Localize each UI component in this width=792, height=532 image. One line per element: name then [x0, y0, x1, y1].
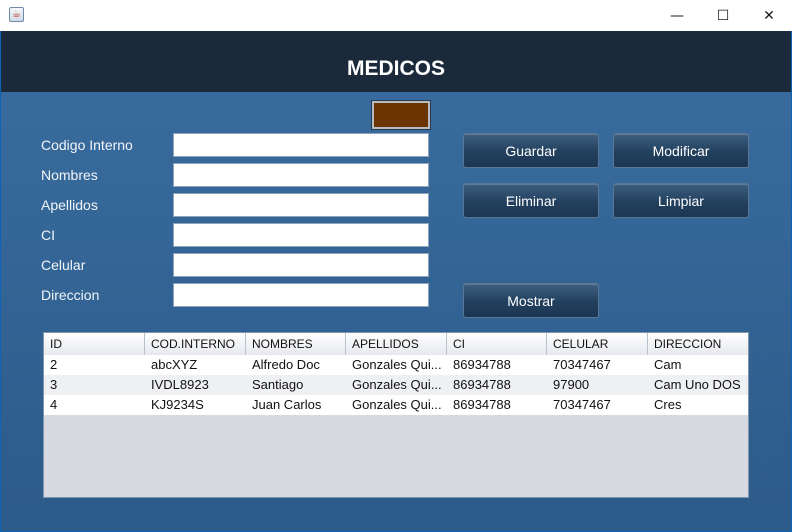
column-header-nombres[interactable]: NOMBRES [246, 333, 346, 355]
cell-celular: 97900 [553, 377, 590, 392]
cell-nombres: Santiago [252, 377, 304, 392]
column-header-cod-interno[interactable]: COD.INTERNO [145, 333, 246, 355]
cell-cod-interno: abcXYZ [151, 357, 198, 372]
minimize-button[interactable]: — [654, 0, 700, 31]
color-swatch[interactable] [371, 100, 431, 130]
cell-ci: 86934788 [453, 397, 511, 412]
cell-apellidos: Gonzales Qui... [352, 397, 442, 412]
modificar-button[interactable]: Modificar [613, 133, 749, 168]
cell-ci: 86934788 [453, 357, 511, 372]
page-title: MEDICOS [346, 57, 445, 80]
ci-input[interactable] [173, 223, 429, 247]
codigo-interno-input[interactable] [173, 133, 429, 157]
cell-apellidos: Gonzales Qui... [352, 377, 442, 392]
column-header-celular[interactable]: CELULAR [547, 333, 648, 355]
maximize-button[interactable]: ☐ [700, 0, 746, 31]
table-row[interactable]: 2 abcXYZ Alfredo Doc Gonzales Qui... 869… [44, 355, 748, 375]
guardar-button[interactable]: Guardar [463, 133, 599, 168]
cell-apellidos: Gonzales Qui... [352, 357, 442, 372]
title-bar: ☕ — ☐ ✕ [0, 0, 792, 31]
cell-ci: 86934788 [453, 377, 511, 392]
java-icon[interactable]: ☕ [9, 7, 24, 22]
maximize-icon: ☐ [716, 7, 730, 24]
mostrar-button[interactable]: Mostrar [463, 283, 599, 318]
table-row[interactable]: 3 IVDL8923 Santiago Gonzales Qui... 8693… [44, 375, 748, 395]
minimize-icon: — [670, 7, 684, 24]
direccion-input[interactable] [173, 283, 429, 307]
label-codigo-interno: Codigo Interno [41, 137, 133, 153]
close-button[interactable]: ✕ [746, 0, 792, 31]
cell-cod-interno: KJ9234S [151, 397, 204, 412]
close-icon: ✕ [763, 7, 775, 24]
header-band: MEDICOS [1, 31, 791, 92]
cell-nombres: Alfredo Doc [252, 357, 320, 372]
nombres-input[interactable] [173, 163, 429, 187]
content-panel: MEDICOS Codigo Interno Nombres Apellidos… [1, 31, 791, 531]
cell-id: 2 [50, 357, 58, 372]
column-header-apellidos[interactable]: APELLIDOS [346, 333, 447, 355]
cell-celular: 70347467 [553, 357, 611, 372]
celular-input[interactable] [173, 253, 429, 277]
column-header-ci[interactable]: CI [447, 333, 547, 355]
cell-nombres: Juan Carlos [252, 397, 322, 412]
limpiar-button[interactable]: Limpiar [613, 183, 749, 218]
eliminar-button[interactable]: Eliminar [463, 183, 599, 218]
label-nombres: Nombres [41, 167, 98, 183]
medicos-table[interactable]: ID COD.INTERNO NOMBRES APELLIDOS CI CELU… [43, 332, 749, 498]
cell-direccion: Cres [654, 397, 682, 412]
label-direccion: Direccion [41, 287, 100, 303]
column-header-direccion[interactable]: DIRECCION [648, 333, 748, 355]
apellidos-input[interactable] [173, 193, 429, 217]
cell-direccion: Cam Uno DOS [654, 377, 741, 392]
table-body: 2 abcXYZ Alfredo Doc Gonzales Qui... 869… [44, 355, 748, 415]
label-apellidos: Apellidos [41, 197, 98, 213]
cell-celular: 70347467 [553, 397, 611, 412]
table-row[interactable]: 4 KJ9234S Juan Carlos Gonzales Qui... 86… [44, 395, 748, 415]
label-ci: CI [41, 227, 55, 243]
column-header-id[interactable]: ID [44, 333, 145, 355]
cell-cod-interno: IVDL8923 [151, 377, 209, 392]
label-celular: Celular [41, 257, 86, 273]
table-header: ID COD.INTERNO NOMBRES APELLIDOS CI CELU… [44, 333, 748, 356]
cell-id: 3 [50, 377, 58, 392]
cell-id: 4 [50, 397, 58, 412]
app-window: ☕ — ☐ ✕ MEDICOS Codigo Interno Nombres A… [0, 0, 792, 532]
cell-direccion: Cam [654, 357, 682, 372]
